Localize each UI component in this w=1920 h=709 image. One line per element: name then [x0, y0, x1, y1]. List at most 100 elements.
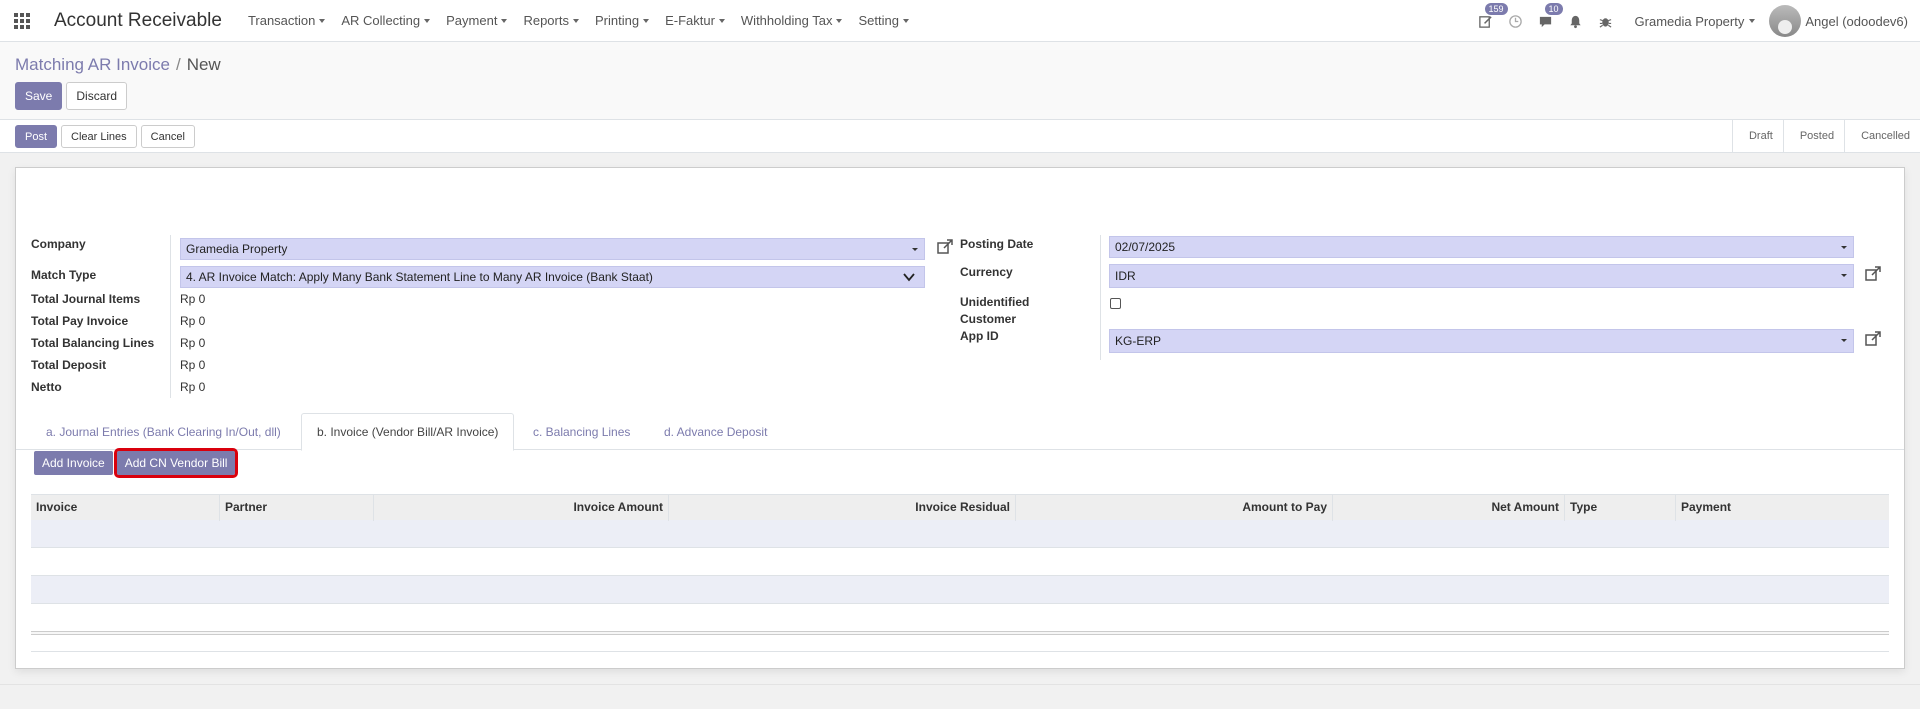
- external-link-icon[interactable]: [1864, 265, 1882, 283]
- caret-down-icon: [1841, 339, 1847, 342]
- post-button[interactable]: Post: [15, 125, 58, 148]
- menu-label: Transaction: [247, 13, 316, 28]
- total-balancing-lines-label: Total Balancing Lines: [31, 336, 155, 350]
- caret-down-icon: [836, 18, 843, 23]
- column-header-invoice[interactable]: Invoice: [31, 495, 220, 521]
- total-journal-items-value: Rp 0: [180, 292, 206, 306]
- menu-e-faktur[interactable]: E-Faktur: [665, 13, 725, 28]
- menu-printing[interactable]: Printing: [594, 13, 650, 28]
- stage-cancelled[interactable]: Cancelled: [1844, 120, 1920, 152]
- column-header-amount-to-pay[interactable]: Amount to Pay: [1016, 495, 1333, 521]
- breadcrumb-parent-link[interactable]: Matching AR Invoice: [15, 55, 170, 75]
- status-stages: Draft Posted Cancelled: [1731, 120, 1920, 152]
- caret-down-icon: [1841, 274, 1847, 277]
- currency-select-value: IDR: [1115, 269, 1136, 283]
- caret-down-icon: [424, 18, 431, 23]
- column-header-partner[interactable]: Partner: [220, 495, 374, 521]
- bug-icon[interactable]: [1591, 0, 1621, 42]
- bell-icon[interactable]: [1561, 0, 1591, 42]
- total-pay-invoice-value: Rp 0: [180, 314, 206, 328]
- notebook-tabs: a. Journal Entries (Bank Clearing In/Out…: [16, 413, 1904, 451]
- menu-label: Printing: [594, 13, 640, 28]
- caret-down-icon: [912, 248, 918, 251]
- app-id-select[interactable]: KG-ERP: [1109, 329, 1854, 353]
- posting-date-value: 02/07/2025: [1115, 240, 1176, 254]
- caret-down-icon: [902, 18, 909, 23]
- form-sheet: Company Gramedia Property Match Type 4. …: [15, 167, 1905, 669]
- total-pay-invoice-label: Total Pay Invoice: [31, 314, 129, 328]
- cancel-button[interactable]: Cancel: [140, 125, 195, 148]
- menu-ar-collecting[interactable]: AR Collecting: [341, 13, 431, 28]
- menu-setting[interactable]: Setting: [858, 13, 909, 28]
- menu-label: Withholding Tax: [740, 13, 833, 28]
- activity-edit-icon[interactable]: 159: [1471, 0, 1508, 42]
- discard-button[interactable]: Discard: [66, 82, 128, 110]
- apps-menu-icon[interactable]: [0, 0, 44, 42]
- unidentified-customer-label-line2: Customer: [960, 312, 1017, 326]
- caret-down-icon: [1841, 246, 1847, 249]
- total-deposit-value: Rp 0: [180, 358, 206, 372]
- netto-value: Rp 0: [180, 380, 206, 394]
- menu-label: AR Collecting: [341, 13, 421, 28]
- chevron-down-icon: [903, 273, 915, 282]
- app-id-label: App ID: [960, 329, 999, 343]
- total-journal-items-label: Total Journal Items: [31, 292, 141, 306]
- column-header-type[interactable]: Type: [1565, 495, 1676, 521]
- company-name: Gramedia Property: [1634, 13, 1745, 29]
- caret-down-icon: [501, 18, 508, 23]
- tab-advance-deposit[interactable]: d. Advance Deposit: [649, 413, 782, 450]
- total-balancing-lines-value: Rp 0: [180, 336, 206, 350]
- chat-icon[interactable]: 10: [1531, 0, 1563, 42]
- menu-withholding-tax[interactable]: Withholding Tax: [741, 13, 843, 28]
- avatar[interactable]: [1769, 5, 1802, 37]
- add-cn-vendor-bill-button[interactable]: Add CN Vendor Bill: [113, 448, 239, 478]
- table-footer: [31, 631, 1889, 635]
- left-separator: [170, 235, 171, 398]
- external-link-icon[interactable]: [936, 238, 954, 256]
- right-separator: [1100, 235, 1101, 360]
- stage-draft[interactable]: Draft: [1731, 120, 1783, 152]
- table-row-empty: [31, 520, 1889, 548]
- menu-transaction[interactable]: Transaction: [247, 13, 326, 28]
- add-invoice-button[interactable]: Add Invoice: [34, 451, 113, 475]
- menu-label: Reports: [523, 13, 569, 28]
- unidentified-customer-checkbox[interactable]: [1110, 298, 1121, 309]
- table-bottom-line: [31, 651, 1889, 652]
- clock-icon[interactable]: [1501, 0, 1531, 42]
- posting-date-label: Posting Date: [960, 237, 1034, 251]
- menu-label: Payment: [446, 13, 498, 28]
- menu-label: Setting: [858, 13, 899, 28]
- tab-invoice[interactable]: b. Invoice (Vendor Bill/AR Invoice): [301, 413, 515, 451]
- match-type-select[interactable]: 4. AR Invoice Match: Apply Many Bank Sta…: [180, 266, 925, 288]
- stage-posted[interactable]: Posted: [1782, 120, 1844, 152]
- company-switcher[interactable]: Gramedia Property: [1635, 14, 1756, 29]
- control-panel: Matching AR Invoice / New Save Discard: [0, 42, 1920, 119]
- menu-payment[interactable]: Payment: [446, 13, 508, 28]
- unidentified-customer-label-line1: Unidentified: [960, 295, 1030, 309]
- column-header-payment[interactable]: Payment: [1676, 495, 1889, 521]
- clear-lines-button[interactable]: Clear Lines: [61, 125, 137, 148]
- column-header-net-amount[interactable]: Net Amount: [1333, 495, 1565, 521]
- caret-down-icon: [319, 18, 326, 23]
- column-header-invoice-residual[interactable]: Invoice Residual: [669, 495, 1016, 521]
- menu-label: E-Faktur: [665, 13, 715, 28]
- table-row-empty: [31, 548, 1889, 576]
- netto-label: Netto: [31, 380, 62, 394]
- user-name[interactable]: Angel (odoodev6): [1805, 14, 1908, 29]
- save-button[interactable]: Save: [15, 82, 63, 110]
- table-header: Invoice Partner Invoice Amount Invoice R…: [31, 494, 1889, 521]
- caret-down-icon: [718, 18, 725, 23]
- company-label: Company: [31, 237, 86, 251]
- external-link-icon[interactable]: [1864, 330, 1882, 348]
- currency-select[interactable]: IDR: [1109, 264, 1854, 288]
- column-header-invoice-amount[interactable]: Invoice Amount: [374, 495, 669, 521]
- menu-reports[interactable]: Reports: [523, 13, 579, 28]
- posting-date-input[interactable]: 02/07/2025: [1109, 236, 1854, 258]
- table-row-empty: [31, 576, 1889, 604]
- caret-down-icon: [572, 18, 579, 23]
- company-select[interactable]: Gramedia Property: [180, 238, 925, 260]
- tab-balancing-lines[interactable]: c. Balancing Lines: [518, 413, 645, 450]
- app-id-select-value: KG-ERP: [1115, 334, 1162, 348]
- caret-down-icon: [1749, 19, 1756, 23]
- tab-journal-entries[interactable]: a. Journal Entries (Bank Clearing In/Out…: [31, 413, 296, 450]
